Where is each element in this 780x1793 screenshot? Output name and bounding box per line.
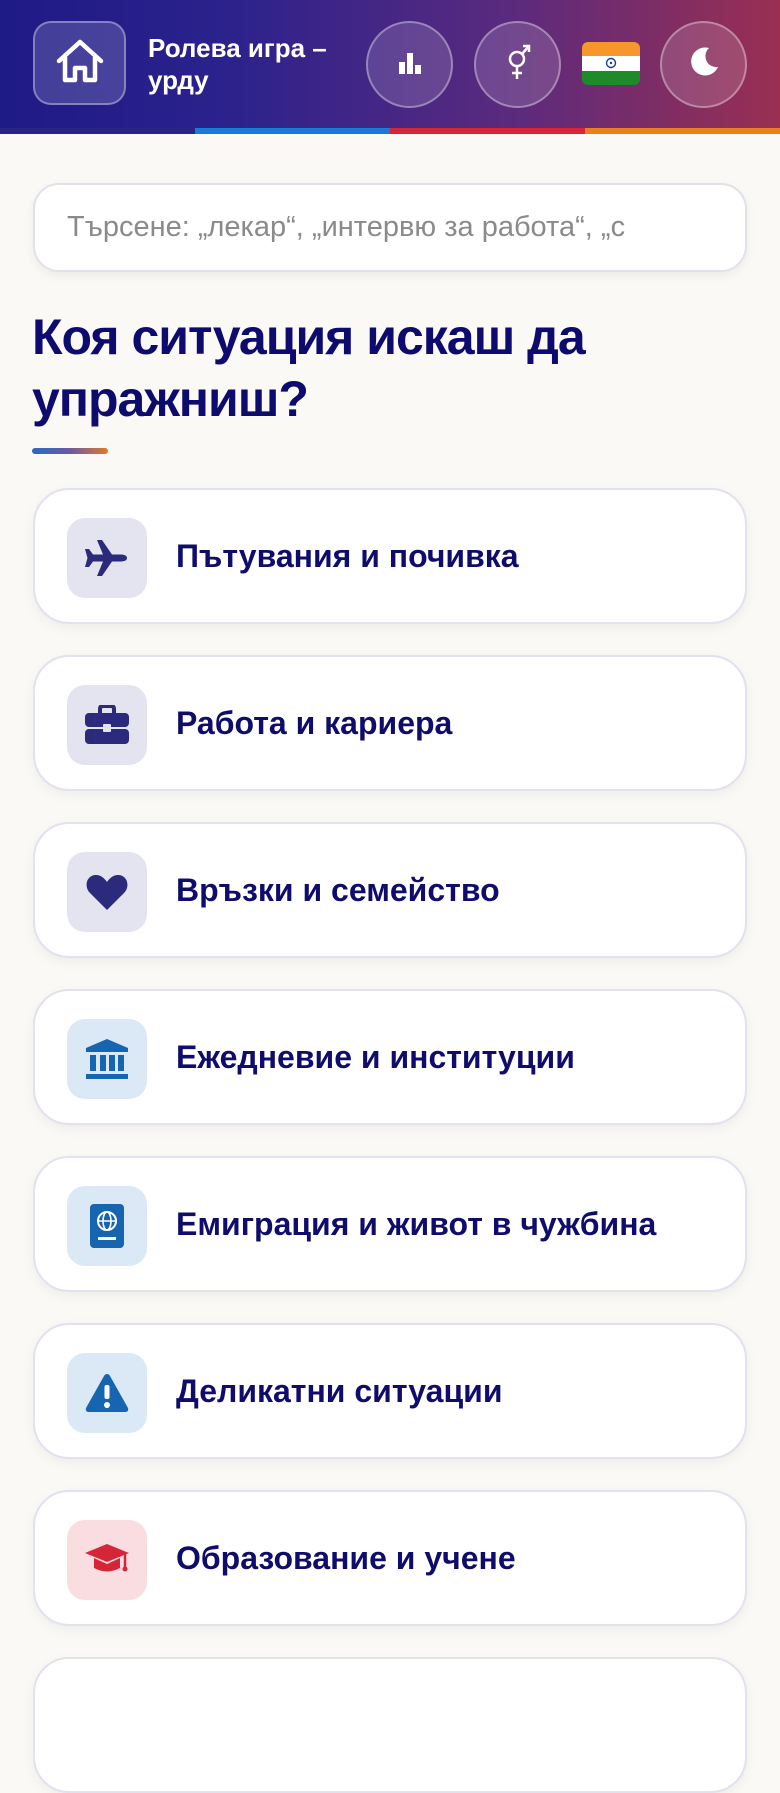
heart-icon — [67, 852, 147, 932]
airplane-icon — [67, 518, 147, 598]
category-education[interactable]: Образование и учене — [33, 1490, 747, 1626]
category-work[interactable]: Работа и кариера — [33, 655, 747, 791]
home-button[interactable] — [33, 21, 126, 105]
category-card-partial[interactable] — [33, 1657, 747, 1793]
page-title: Коя ситуация искаш да упражниш? — [32, 309, 586, 427]
graduation-cap-icon — [67, 1520, 147, 1600]
category-label: Работа и кариера — [176, 705, 453, 741]
institution-icon — [67, 1019, 147, 1099]
category-label: Ежедневие и институции — [176, 1039, 575, 1075]
category-emigration[interactable]: Емиграция и живот в чужбина — [33, 1156, 747, 1292]
moon-icon — [687, 45, 721, 84]
header-stripe — [0, 128, 780, 134]
category-institutions[interactable]: Ежедневие и институции — [33, 989, 747, 1125]
home-icon — [54, 37, 106, 90]
india-flag-icon[interactable] — [582, 42, 640, 85]
category-relationships[interactable]: Връзки и семейство — [33, 822, 747, 958]
category-label: Образование и учене — [176, 1540, 516, 1576]
stats-button[interactable] — [366, 21, 453, 108]
app-title: Ролева игра – урду — [148, 33, 327, 95]
theme-toggle-button[interactable] — [660, 21, 747, 108]
app-header: Ролева игра – урду — [0, 0, 780, 128]
category-label: Връзки и семейство — [176, 872, 500, 908]
search-input[interactable] — [33, 183, 747, 272]
gender-icon — [504, 42, 532, 87]
category-travel[interactable]: Пътувания и почивка — [33, 488, 747, 624]
category-label: Деликатни ситуации — [176, 1373, 503, 1409]
category-sensitive[interactable]: Деликатни ситуации — [33, 1323, 747, 1459]
category-label: Пътувания и почивка — [176, 538, 519, 574]
bar-chart-icon — [397, 50, 423, 79]
briefcase-icon — [67, 685, 147, 765]
category-label: Емиграция и живот в чужбина — [176, 1206, 657, 1242]
gender-button[interactable] — [474, 21, 561, 108]
title-underline — [32, 448, 108, 454]
warning-icon — [67, 1353, 147, 1433]
passport-icon — [67, 1186, 147, 1266]
